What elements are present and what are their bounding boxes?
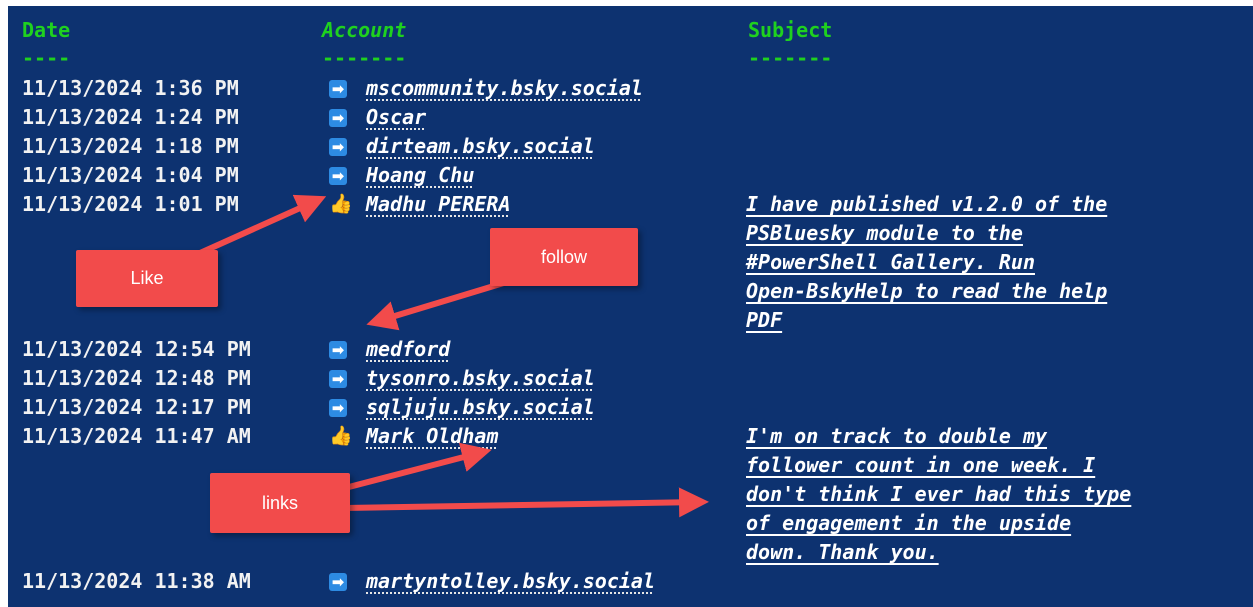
row-date: 11/13/2024 12:54 PM	[22, 337, 251, 361]
row-date: 11/13/2024 11:47 AM	[22, 424, 251, 448]
row-date: 11/13/2024 1:01 PM	[22, 192, 239, 216]
header-underline-date: ----	[22, 46, 71, 70]
subject-link-line[interactable]: Open-BskyHelp to read the help	[746, 277, 1107, 306]
row-date: 11/13/2024 1:36 PM	[22, 76, 239, 100]
account-link[interactable]: Madhu PERERA	[366, 190, 511, 219]
account-link[interactable]: Mark Oldham	[366, 422, 498, 451]
row-date: 11/13/2024 12:48 PM	[22, 366, 251, 390]
account-link[interactable]: dirteam.bsky.social	[366, 132, 595, 161]
follow-arrow-icon: ➡	[329, 109, 347, 127]
row-date: 11/13/2024 1:04 PM	[22, 163, 239, 187]
subject-link-line[interactable]: PDF	[746, 306, 782, 335]
row-date: 11/13/2024 11:38 AM	[22, 569, 251, 593]
column-header-date: Date	[22, 18, 71, 42]
follow-arrow-icon: ➡	[329, 167, 347, 185]
account-link[interactable]: mscommunity.bsky.social	[366, 74, 643, 103]
subject-link-line[interactable]: #PowerShell Gallery. Run	[746, 248, 1035, 277]
account-link[interactable]: martyntolley.bsky.social	[366, 567, 655, 596]
header-underline-subject: -------	[748, 46, 833, 70]
account-link[interactable]: tysonro.bsky.social	[366, 364, 595, 393]
row-date: 11/13/2024 1:18 PM	[22, 134, 239, 158]
column-header-account: Account	[322, 18, 407, 42]
follow-callout: follow	[490, 228, 638, 286]
follow-arrow-icon: ➡	[329, 399, 347, 417]
thumbs-up-icon: 👍	[329, 193, 353, 215]
like-callout: Like	[76, 250, 218, 307]
subject-link-line[interactable]: I have published v1.2.0 of the	[746, 190, 1107, 219]
follow-arrow-icon: ➡	[329, 370, 347, 388]
screenshot-canvas: Date Account Subject ---- ------- ------…	[0, 0, 1253, 607]
account-link[interactable]: sqljuju.bsky.social	[366, 393, 595, 422]
subject-link-line[interactable]: down. Thank you.	[746, 538, 939, 567]
subject-link-line[interactable]: PSBluesky module to the	[746, 219, 1023, 248]
header-underline-account: -------	[322, 46, 407, 70]
follow-arrow-icon: ➡	[329, 80, 347, 98]
row-date: 11/13/2024 12:17 PM	[22, 395, 251, 419]
follow-arrow-icon: ➡	[329, 341, 347, 359]
subject-link-line[interactable]: I'm on track to double my	[746, 422, 1047, 451]
subject-link-line[interactable]: follower count in one week. I	[746, 451, 1095, 480]
subject-link-line[interactable]: don't think I ever had this type	[746, 480, 1131, 509]
account-link[interactable]: medford	[366, 335, 450, 364]
account-link[interactable]: Oscar	[366, 103, 426, 132]
row-date: 11/13/2024 1:24 PM	[22, 105, 239, 129]
follow-arrow-icon: ➡	[329, 573, 347, 591]
subject-link-line[interactable]: of engagement in the upside	[746, 509, 1071, 538]
follow-arrow-icon: ➡	[329, 138, 347, 156]
column-header-subject: Subject	[748, 18, 833, 42]
thumbs-up-icon: 👍	[329, 425, 353, 447]
links-callout: links	[210, 473, 350, 533]
account-link[interactable]: Hoang Chu	[366, 161, 474, 190]
